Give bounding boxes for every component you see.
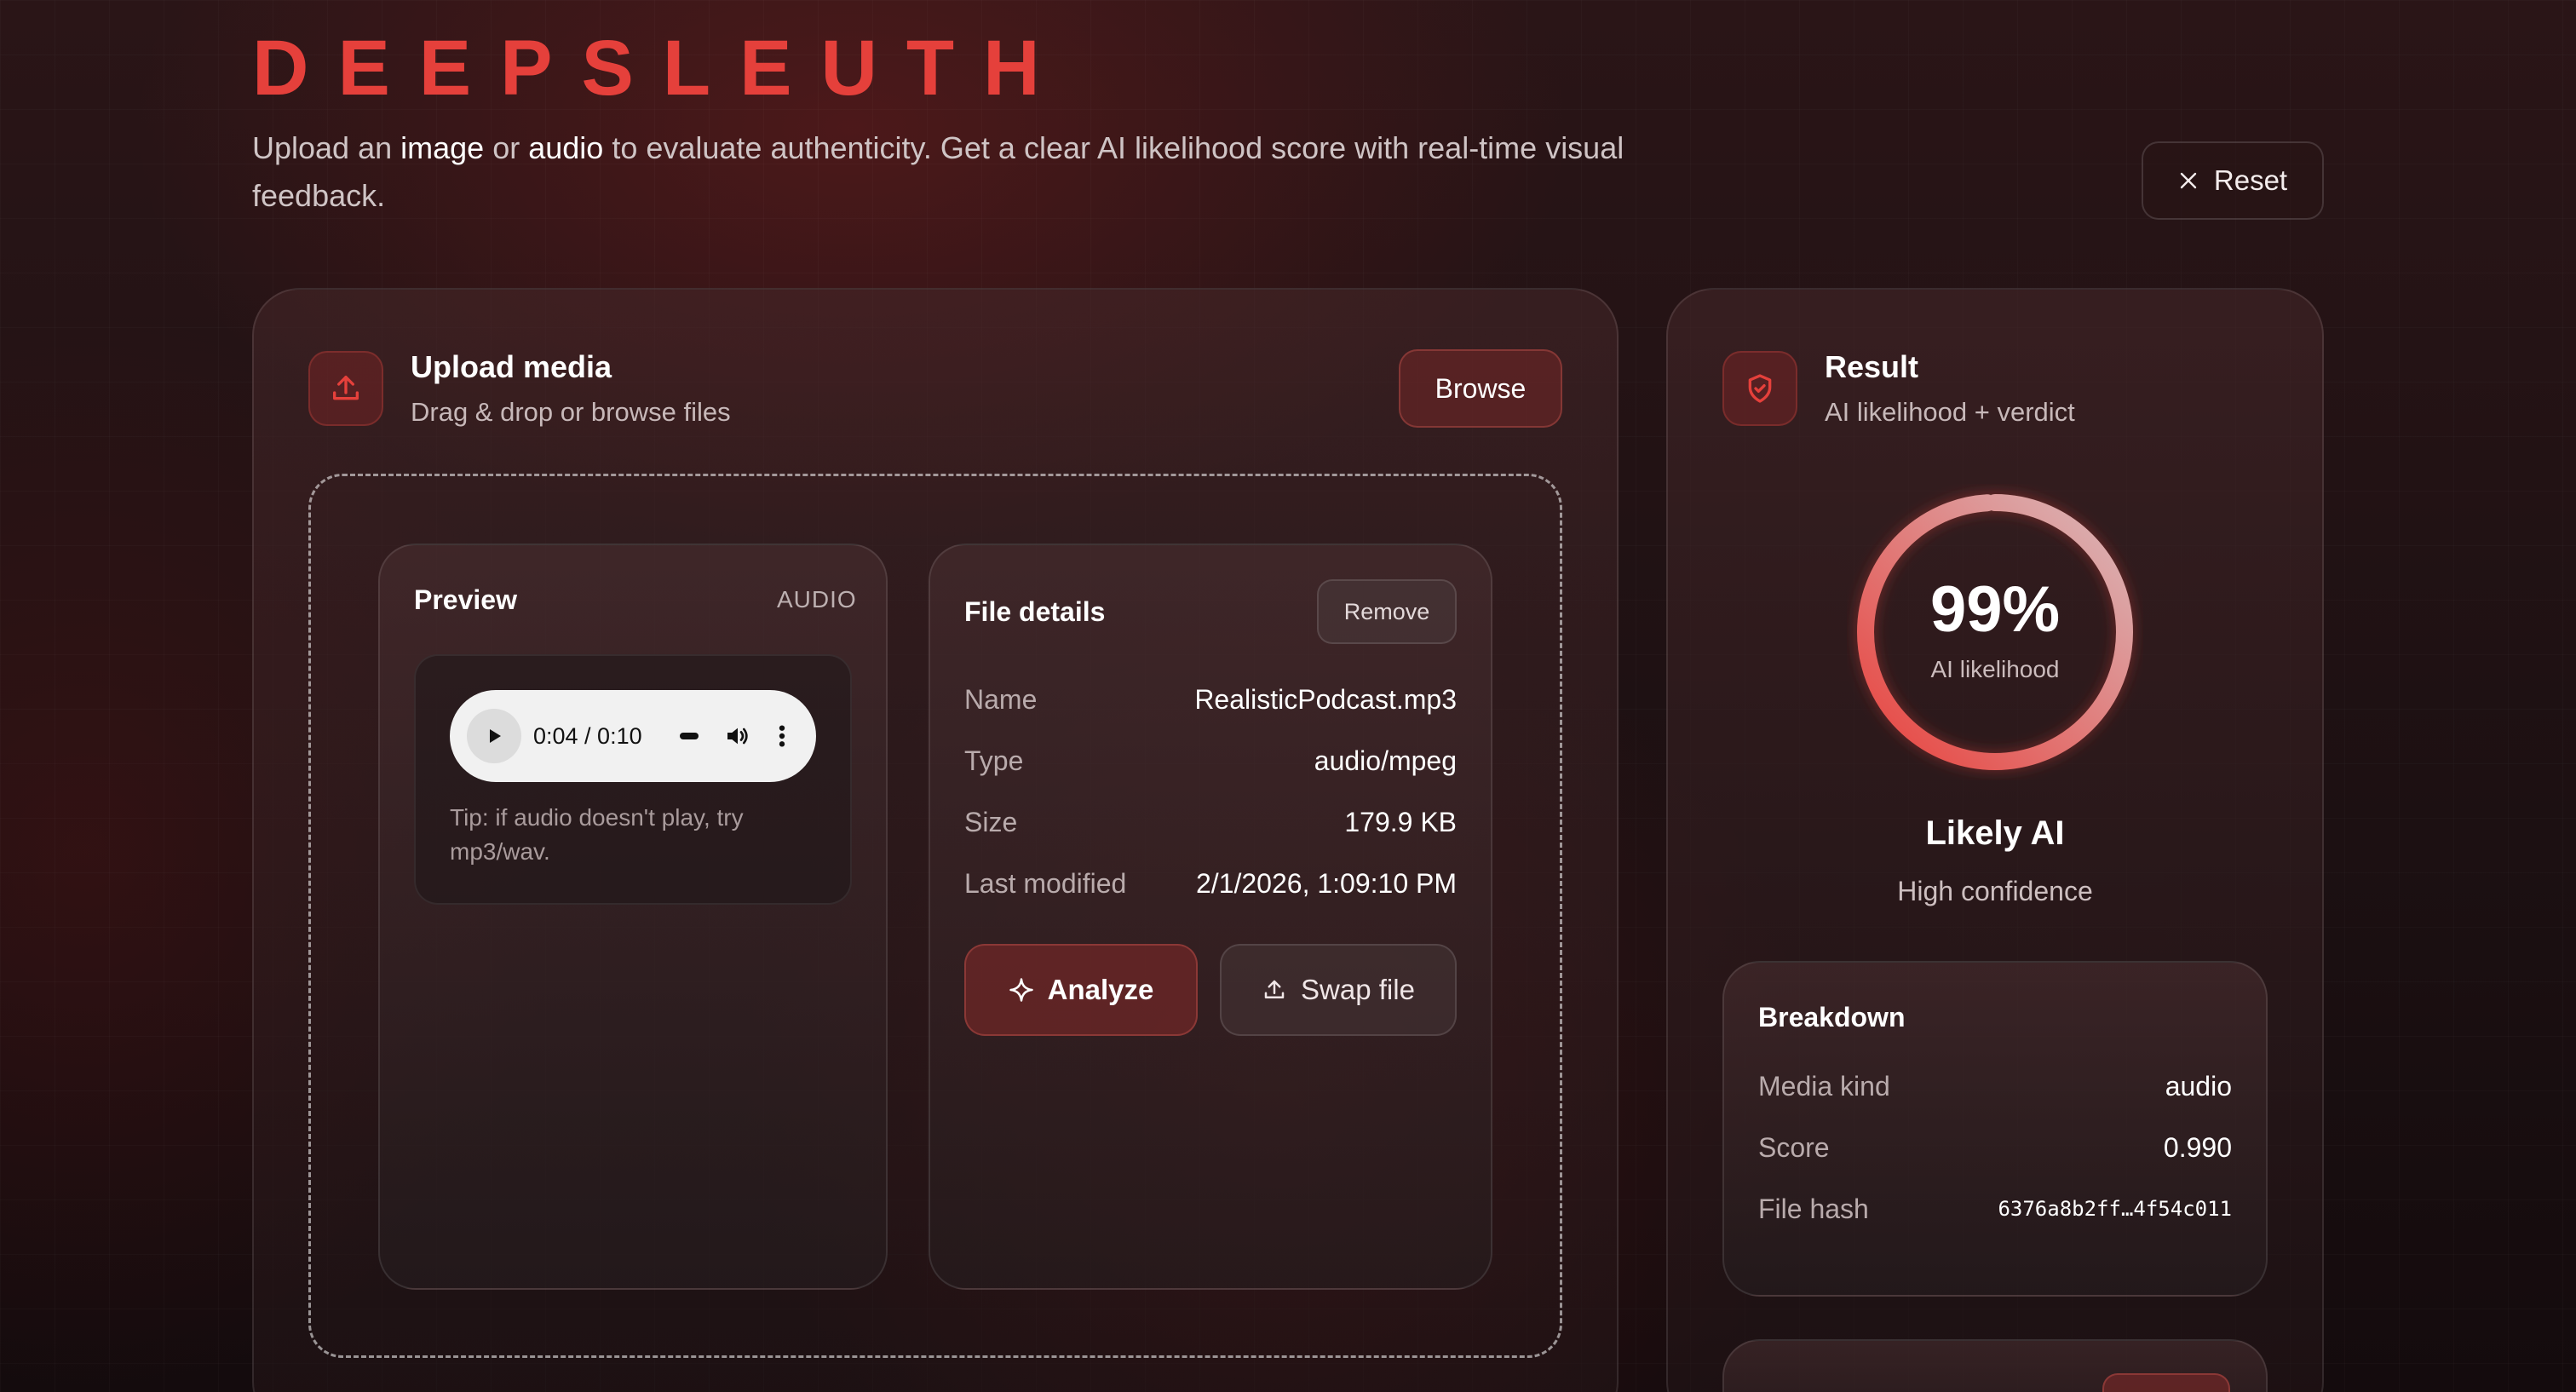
- preview-title: Preview: [414, 584, 517, 615]
- brand-title: DEEPSLEUTH: [252, 25, 1069, 112]
- breakdown-row-score: Score 0.990: [1758, 1126, 2232, 1169]
- detail-value: 2/1/2026, 1:09:10 PM: [1196, 867, 1457, 899]
- app-root: DEEPSLEUTH Upload an image or audio to e…: [0, 0, 2576, 1392]
- reset-button[interactable]: Reset: [2142, 141, 2324, 220]
- remove-button[interactable]: Remove: [1317, 579, 1457, 644]
- play-button[interactable]: [467, 709, 521, 763]
- reset-label: Reset: [2213, 164, 2288, 196]
- media-kind-badge: AUDIO: [777, 586, 857, 613]
- breakdown-key: File hash: [1758, 1193, 1869, 1224]
- volume-icon[interactable]: [724, 722, 751, 750]
- upload-icon-tile: [308, 351, 383, 426]
- upload-icon: [1264, 980, 1285, 998]
- detail-value: audio/mpeg: [1314, 745, 1457, 776]
- audio-time: 0:04 / 0:10: [533, 722, 642, 749]
- audio-progress-bar[interactable]: [680, 733, 699, 739]
- upload-subtitle: Drag & drop or browse files: [411, 397, 731, 427]
- subtitle-text-2: or: [484, 130, 529, 165]
- likelihood-percent: 99%: [1929, 573, 2061, 646]
- swap-file-button[interactable]: Swap file: [1220, 944, 1457, 1036]
- result-icon-tile: [1722, 351, 1797, 426]
- play-icon: [490, 729, 501, 743]
- detail-row-name: Name RealisticPodcast.mp3: [964, 678, 1457, 721]
- detail-value: RealisticPodcast.mp3: [1194, 683, 1457, 715]
- file-details-title: File details: [964, 596, 1106, 627]
- detail-key: Size: [964, 806, 1018, 837]
- breakdown-value: audio: [2165, 1070, 2232, 1102]
- breakdown-row-file-hash: File hash 6376a8b2ff…4f54c011: [1758, 1188, 2232, 1230]
- audio-tip: Tip: if audio doesn't play, try mp3/wav.: [450, 804, 744, 865]
- analyze-label: Analyze: [1047, 974, 1154, 1005]
- subtitle-image-word: image: [400, 130, 485, 165]
- detail-key: Name: [964, 683, 1038, 715]
- subtitle-text-1: Upload an: [252, 130, 401, 165]
- page-subtitle: Upload an image or audio to evaluate aut…: [252, 124, 1632, 220]
- upload-icon: [333, 376, 359, 400]
- next-section-button[interactable]: [2102, 1373, 2230, 1392]
- detail-row-size: Size 179.9 KB: [964, 801, 1457, 843]
- detail-row-type: Type audio/mpeg: [964, 739, 1457, 782]
- likelihood-caption: AI likelihood: [1930, 656, 2060, 682]
- sparkle-icon: [1009, 978, 1033, 1002]
- verdict-text: Likely AI: [1925, 814, 2065, 852]
- confidence-text: High confidence: [1897, 876, 2093, 906]
- browse-button[interactable]: Browse: [1399, 349, 1562, 428]
- breakdown-title: Breakdown: [1758, 1002, 1906, 1032]
- more-vertical-icon[interactable]: [777, 722, 787, 750]
- swap-label: Swap file: [1301, 974, 1415, 1005]
- subtitle-audio-word: audio: [528, 130, 604, 165]
- breakdown-key: Score: [1758, 1131, 1830, 1163]
- upload-title: Upload media: [411, 349, 612, 384]
- analyze-button[interactable]: Analyze: [964, 944, 1198, 1036]
- detail-key: Last modified: [964, 867, 1127, 899]
- shield-check-icon: [1748, 374, 1772, 403]
- close-icon: [2180, 172, 2197, 189]
- file-details-card: [929, 544, 1492, 1290]
- audio-player[interactable]: 0:04 / 0:10: [450, 690, 816, 782]
- breakdown-value: 0.990: [2163, 1131, 2232, 1163]
- detail-key: Type: [964, 745, 1024, 776]
- result-title: Result: [1825, 349, 1919, 384]
- result-subtitle: AI likelihood + verdict: [1825, 397, 2075, 427]
- breakdown-row-media-kind: Media kind audio: [1758, 1065, 2232, 1107]
- detail-value: 179.9 KB: [1344, 806, 1457, 837]
- detail-row-modified: Last modified 2/1/2026, 1:09:10 PM: [964, 862, 1457, 905]
- breakdown-value: 6376a8b2ff…4f54c011: [1998, 1197, 2232, 1221]
- breakdown-key: Media kind: [1758, 1070, 1890, 1102]
